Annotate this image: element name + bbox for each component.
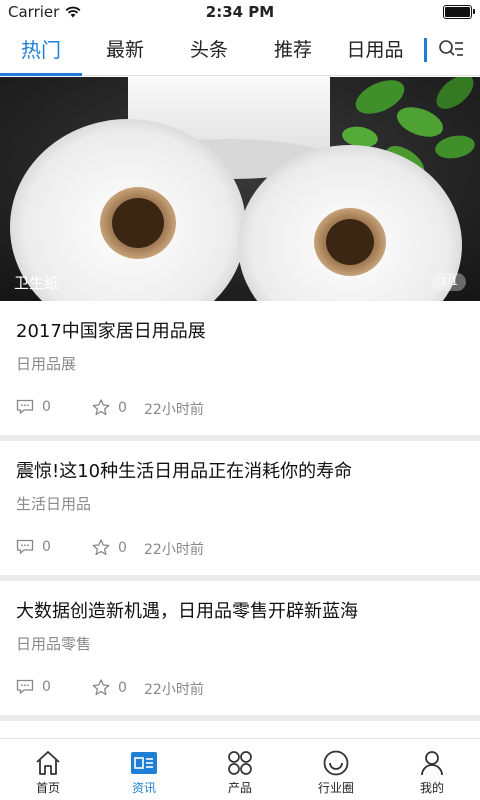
products-icon [228,751,252,775]
comment-icon [16,399,34,415]
nav-news-label: 资讯 [131,781,156,795]
circle-icon [323,750,349,776]
favorite-count[interactable]: 0 [92,399,127,416]
nav-profile-label: 我的 [419,781,444,795]
tab-headlines[interactable]: 头条 [168,24,250,76]
tab-hot[interactable]: 热门 [0,24,82,76]
banner-caption: 卫生纸 [14,274,60,292]
tab-latest[interactable]: 最新 [84,24,166,76]
banner-image [0,77,480,301]
favorite-count-value: 0 [118,679,127,696]
bottom-nav: 首页 资讯 产品 行业圈 我的 [0,738,480,800]
nav-products-label: 产品 [227,781,252,795]
tab-recommended[interactable]: 推荐 [252,24,334,76]
article-time: 22小时前 [144,682,204,698]
comment-count[interactable]: 0 [16,399,51,415]
favorite-count-value: 0 [118,399,127,416]
active-tab-indicator [0,73,82,76]
article-tag: 日用品展 [16,355,77,373]
comment-icon [16,539,34,555]
favorite-count[interactable]: 0 [92,539,127,556]
comment-count[interactable]: 0 [16,679,51,695]
article-title[interactable]: 2017中国家居日用品展 [16,317,206,343]
tab-divider [424,38,427,62]
article-card[interactable]: 大数据创造新机遇，日用品零售开辟新蓝海 日用品零售 0 0 22小时前 [0,581,480,715]
comment-count-value: 0 [42,399,51,415]
article-card[interactable]: 震惊!这10种生活日用品正在消耗你的寿命 生活日用品 0 0 22小时前 [0,441,480,575]
status-time: 2:34 PM [205,3,275,21]
article-title[interactable]: 大数据创造新机遇，日用品零售开辟新蓝海 [16,597,358,623]
category-tabs: 热门 最新 头条 推荐 日用品 [0,24,480,76]
nav-industry-circle[interactable]: 行业圈 [288,739,384,800]
profile-icon [421,751,443,776]
comment-icon [16,679,34,695]
banner-page-indicator: 1/1 [432,273,466,291]
search-menu-icon[interactable] [438,38,464,62]
favorite-count[interactable]: 0 [92,679,127,696]
banner-carousel[interactable]: 卫生纸 1/1 [0,77,480,301]
tab-daily-goods[interactable]: 日用品 [334,24,416,76]
nav-products[interactable]: 产品 [192,739,288,800]
nav-news[interactable]: 资讯 [96,739,192,800]
status-bar: Carrier 2:34 PM [0,0,480,24]
comment-count[interactable]: 0 [16,539,51,555]
article-card[interactable]: 2017中国家居日用品展 日用品展 0 0 22小时前 [0,301,480,435]
comment-count-value: 0 [42,679,51,695]
battery-icon [443,5,475,19]
nav-profile[interactable]: 我的 [384,739,480,800]
favorite-count-value: 0 [118,539,127,556]
comment-count-value: 0 [42,539,51,555]
nav-home-label: 首页 [35,781,60,795]
article-title[interactable]: 震惊!这10种生活日用品正在消耗你的寿命 [16,457,352,483]
star-icon [92,539,110,556]
article-separator [0,715,480,721]
article-tag: 生活日用品 [16,495,92,513]
article-time: 22小时前 [144,542,204,558]
article-tag: 日用品零售 [16,635,92,653]
home-icon [36,751,60,775]
article-time: 22小时前 [144,402,204,418]
nav-industry-circle-label: 行业圈 [317,781,354,795]
star-icon [92,679,110,696]
star-icon [92,399,110,416]
news-icon [131,752,157,774]
nav-home[interactable]: 首页 [0,739,96,800]
